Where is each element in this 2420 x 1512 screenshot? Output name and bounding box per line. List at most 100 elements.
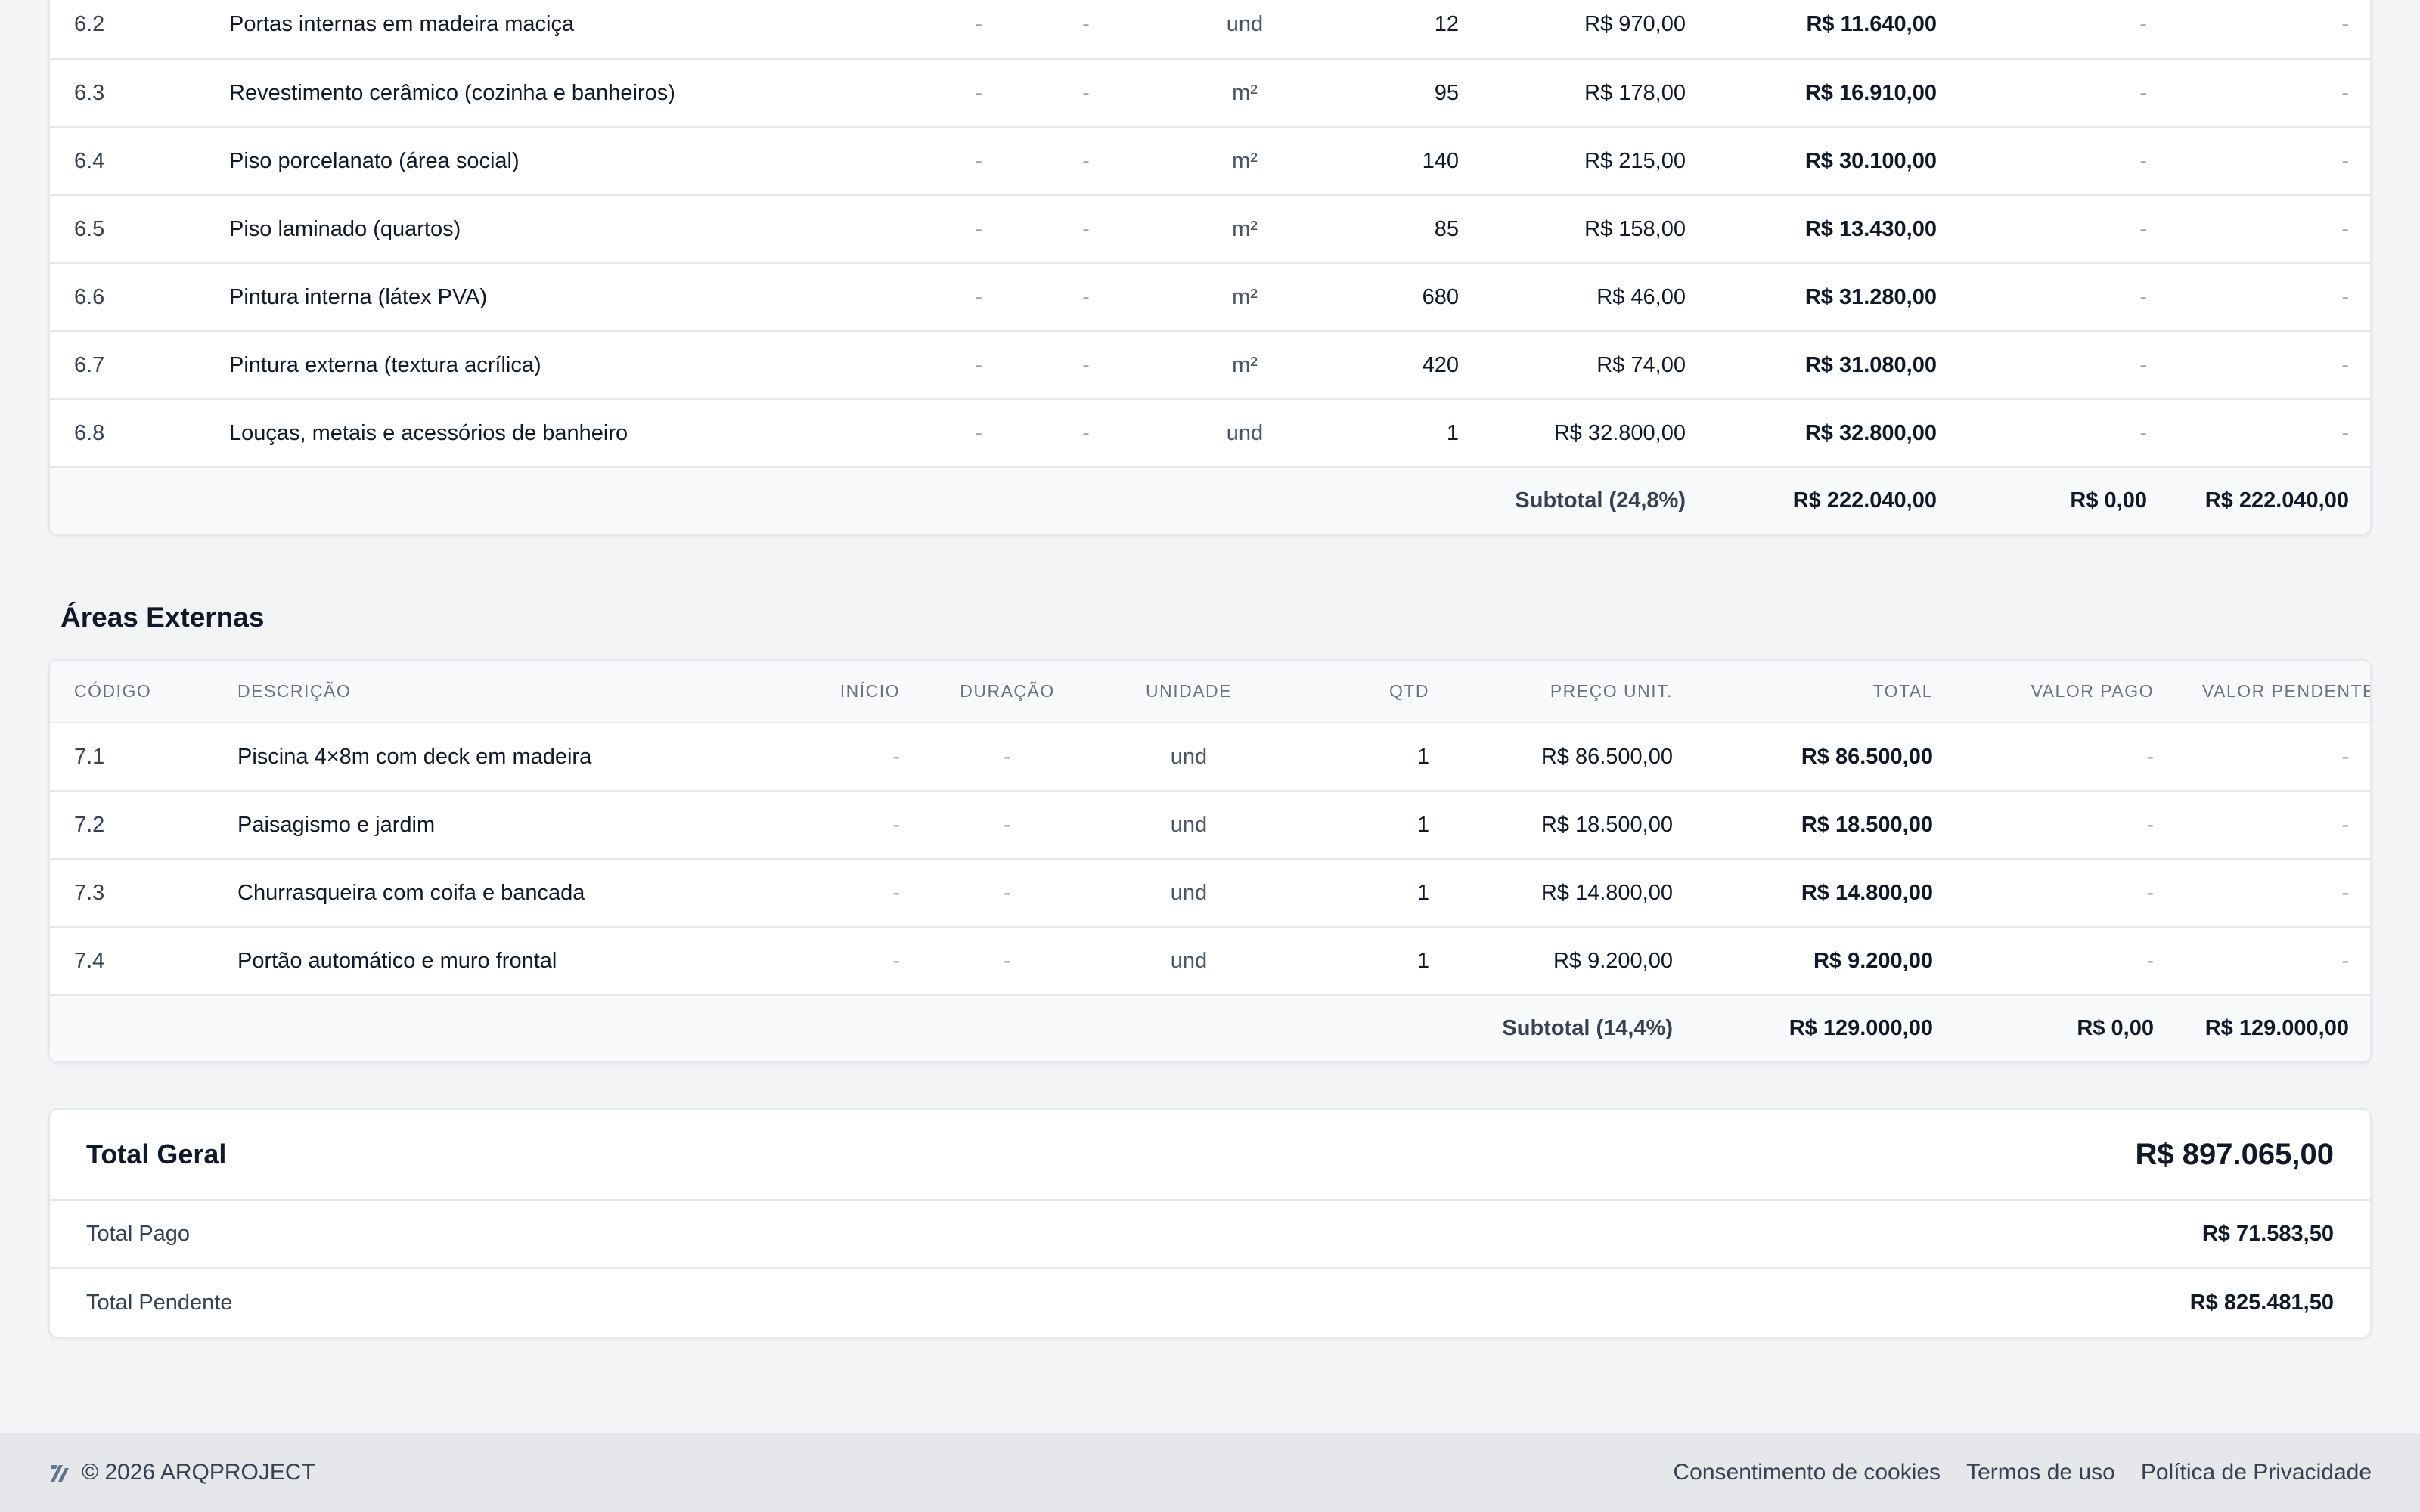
footer-links: Consentimento de cookies Termos de uso P… xyxy=(1674,1460,2372,1486)
cell-inicio: - xyxy=(975,352,982,377)
cell-valor-pendente: - xyxy=(2341,80,2349,105)
cell-preco-unit: R$ 9.200,00 xyxy=(1553,948,1673,973)
cell-duracao: - xyxy=(1082,420,1090,445)
cell-valor-pago: - xyxy=(2146,744,2154,769)
cell-codigo: 6.3 xyxy=(74,80,105,105)
cell-qtd: 1 xyxy=(1416,812,1429,837)
column-header-inicio[interactable]: Início xyxy=(764,661,924,723)
table-row[interactable]: 7.2 Paisagismo e jardim - - und 1 R$ 18.500,00… xyxy=(50,791,2370,859)
cell-preco-unit: R$ 18.500,00 xyxy=(1540,812,1673,837)
cell-inicio: - xyxy=(975,148,982,173)
cell-valor-pago: - xyxy=(2139,284,2147,309)
cell-qtd: 420 xyxy=(1422,352,1459,377)
column-header-descricao[interactable]: Descrição xyxy=(213,661,764,723)
cell-qtd: 680 xyxy=(1422,284,1459,309)
cell-qtd: 85 xyxy=(1434,216,1459,241)
arqproject-logo-icon xyxy=(51,1465,69,1482)
table-row[interactable]: 6.7 Pintura externa (textura acrílica) - - m… xyxy=(50,331,2370,399)
total-pendente-row: Total Pendente R$ 825.481,50 xyxy=(50,1269,2370,1337)
cell-valor-pendente: - xyxy=(2341,216,2349,241)
cell-duracao: - xyxy=(1004,880,1011,905)
cell-inicio: - xyxy=(975,80,982,105)
subtotal-row: Subtotal (14,4%) R$ 129.000,00 R$ 0,00 R$ 1… xyxy=(50,995,2370,1061)
cell-descricao: Portão automático e muro frontal xyxy=(237,948,557,973)
cell-total: R$ 32.800,00 xyxy=(1804,420,1937,445)
cell-total: R$ 18.500,00 xyxy=(1801,812,1933,837)
footer-brand: © 2026 ARQPROJECT xyxy=(48,1460,315,1486)
cell-total: R$ 86.500,00 xyxy=(1801,744,1933,769)
cell-duracao: - xyxy=(1004,948,1011,973)
cell-preco-unit: R$ 46,00 xyxy=(1596,284,1686,309)
cell-qtd: 140 xyxy=(1422,148,1459,173)
cell-preco-unit: R$ 32.800,00 xyxy=(1553,420,1686,445)
total-pago-label: Total Pago xyxy=(86,1221,191,1246)
footer-link-termos[interactable]: Termos de uso xyxy=(1966,1460,2115,1486)
cell-valor-pago: - xyxy=(2146,880,2154,905)
cell-descricao: Piscina 4×8m com deck em madeira xyxy=(237,744,592,769)
subtotal-row: Subtotal (24,8%) R$ 222.040,00 R$ 0,00 R$ 2… xyxy=(50,467,2370,534)
column-header-unidade[interactable]: Unidade xyxy=(1091,661,1287,723)
cell-codigo: 7.3 xyxy=(74,880,105,905)
table-row[interactable]: 6.8 Louças, metais e acessórios de banhei… xyxy=(50,399,2370,467)
subtotal-label: Subtotal (14,4%) xyxy=(1502,1016,1673,1040)
cell-valor-pendente: - xyxy=(2341,420,2349,445)
cell-codigo: 6.5 xyxy=(74,216,105,241)
cell-codigo: 6.6 xyxy=(74,284,105,309)
cell-preco-unit: R$ 970,00 xyxy=(1584,12,1686,36)
cell-duracao: - xyxy=(1004,812,1011,837)
cell-qtd: 12 xyxy=(1434,12,1459,36)
table-row[interactable]: 6.3 Revestimento cerâmico (cozinha e banh… xyxy=(50,59,2370,127)
section-6-table: 6.2 Portas internas em madeira maciça - - un… xyxy=(50,0,2370,534)
cell-total: R$ 16.910,00 xyxy=(1804,80,1937,105)
cell-codigo: 6.2 xyxy=(74,12,105,36)
cell-preco-unit: R$ 74,00 xyxy=(1596,352,1686,377)
table-row[interactable]: 7.1 Piscina 4×8m com deck em madeira - - und… xyxy=(50,723,2370,791)
cell-valor-pendente: - xyxy=(2341,12,2349,36)
footer-link-cookies[interactable]: Consentimento de cookies xyxy=(1674,1460,1941,1486)
cell-qtd: 95 xyxy=(1434,80,1459,105)
cell-descricao: Pintura interna (látex PVA) xyxy=(229,284,488,309)
cell-valor-pago: - xyxy=(2146,948,2154,973)
cell-unidade: m² xyxy=(1232,80,1258,105)
cell-unidade: m² xyxy=(1232,352,1258,377)
section-title-areas-externas: Áreas Externas xyxy=(60,602,265,633)
cell-descricao: Paisagismo e jardim xyxy=(237,812,436,837)
table-row[interactable]: 7.3 Churrasqueira com coifa e bancada - - un… xyxy=(50,859,2370,927)
table-row[interactable]: 7.4 Portão automático e muro frontal - - und… xyxy=(50,927,2370,995)
subtotal-total: R$ 129.000,00 xyxy=(1789,1016,1933,1040)
cell-valor-pendente: - xyxy=(2341,352,2349,377)
column-header-total[interactable]: Total xyxy=(1697,661,1957,723)
cell-qtd: 1 xyxy=(1416,880,1429,905)
column-header-preco-unit[interactable]: Preço Unit. xyxy=(1454,661,1697,723)
table-header-row: Código Descrição Início Duração Unidade … xyxy=(50,661,2370,723)
table-row[interactable]: 6.2 Portas internas em madeira maciça - - un… xyxy=(50,0,2370,59)
cell-codigo: 6.4 xyxy=(74,148,105,173)
cell-descricao: Revestimento cerâmico (cozinha e banheir… xyxy=(229,80,675,105)
cell-total: R$ 31.080,00 xyxy=(1804,352,1937,377)
table-row[interactable]: 6.4 Piso porcelanato (área social) - - m² 140… xyxy=(50,127,2370,195)
cell-inicio: - xyxy=(975,420,982,445)
cell-descricao: Louças, metais e acessórios de banheiro xyxy=(229,420,628,445)
cell-codigo: 6.8 xyxy=(74,420,105,445)
column-header-codigo[interactable]: Código xyxy=(50,661,213,723)
column-header-qtd[interactable]: Qtd xyxy=(1287,661,1454,723)
column-header-valor-pendente[interactable]: Valor Pendente xyxy=(2178,661,2370,723)
table-row[interactable]: 6.6 Pintura interna (látex PVA) - - m² 680 R$ … xyxy=(50,263,2370,331)
cell-valor-pendente: - xyxy=(2341,284,2349,309)
table-row[interactable]: 6.5 Piso laminado (quartos) - - m² 85 R$ 158,0… xyxy=(50,195,2370,263)
cell-duracao: - xyxy=(1082,12,1090,36)
column-header-valor-pago[interactable]: Valor Pago xyxy=(1957,661,2178,723)
section-7-table: Código Descrição Início Duração Unidade … xyxy=(50,661,2370,1061)
section-7-card: Código Descrição Início Duração Unidade … xyxy=(48,659,2372,1063)
cell-valor-pendente: - xyxy=(2341,880,2349,905)
cell-qtd: 1 xyxy=(1416,948,1429,973)
cell-unidade: und xyxy=(1170,812,1208,837)
cell-total: R$ 14.800,00 xyxy=(1801,880,1933,905)
column-header-duracao[interactable]: Duração xyxy=(924,661,1091,723)
page-footer: © 2026 ARQPROJECT Consentimento de cooki… xyxy=(0,1433,2420,1512)
footer-link-privacidade[interactable]: Política de Privacidade xyxy=(2141,1460,2372,1486)
cell-unidade: und xyxy=(1226,420,1264,445)
cell-descricao: Portas internas em madeira maciça xyxy=(229,12,575,36)
cell-inicio: - xyxy=(975,216,982,241)
total-geral-row: Total Geral R$ 897.065,00 xyxy=(50,1110,2370,1201)
